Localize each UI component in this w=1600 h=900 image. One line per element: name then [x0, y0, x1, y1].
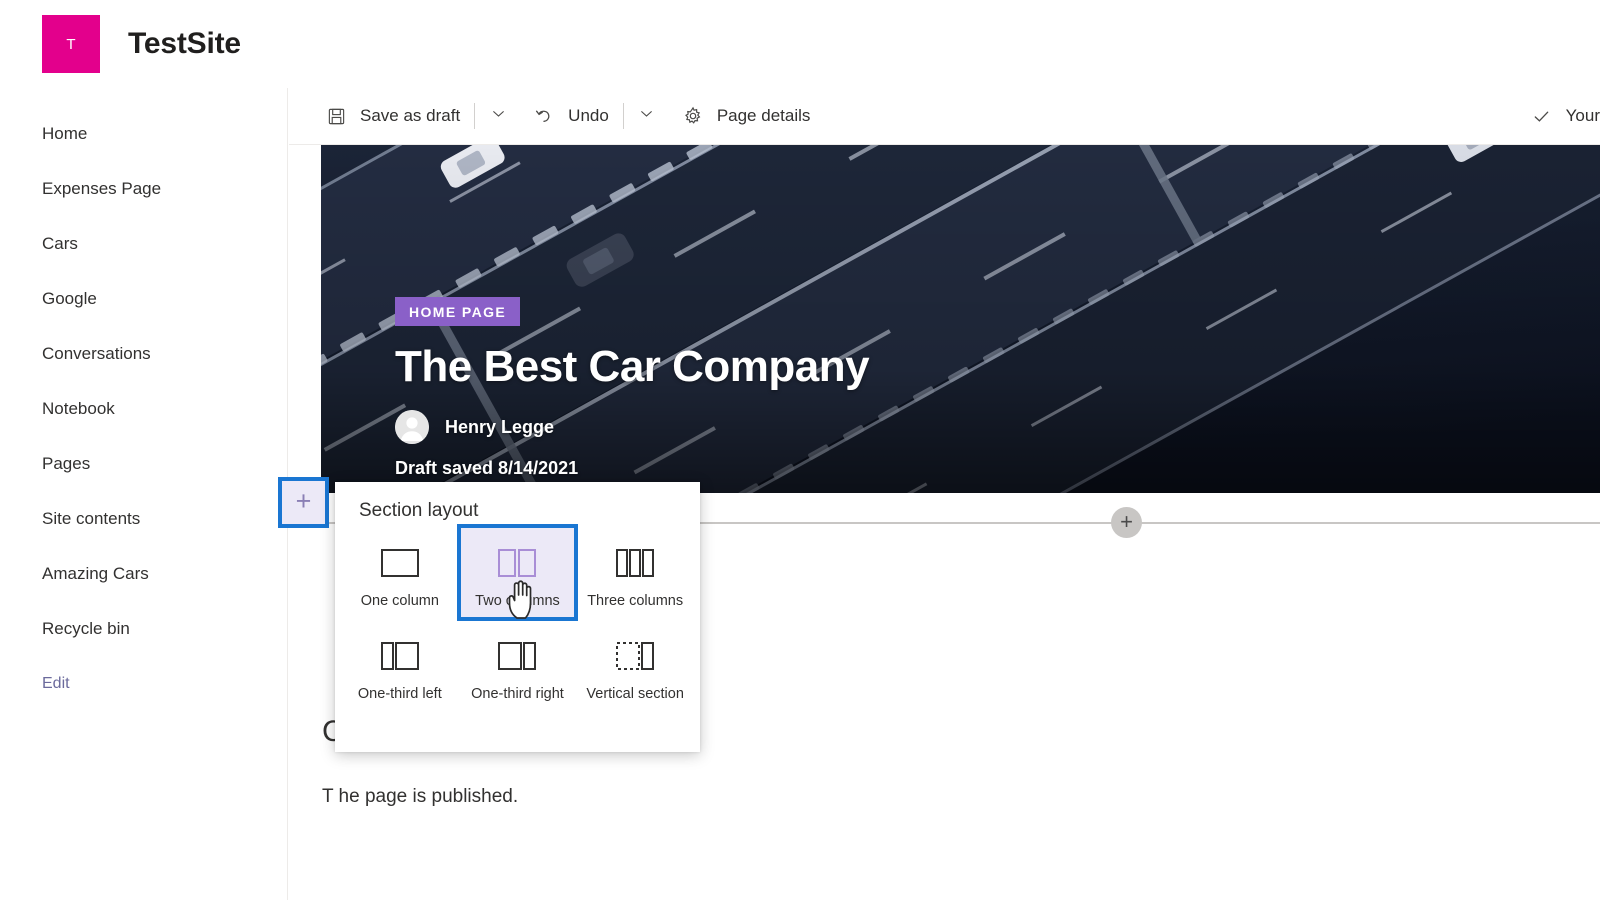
person-icon [395, 410, 429, 444]
add-section-round-button[interactable]: + [1111, 507, 1142, 538]
layout-option-label: One-third right [471, 686, 564, 702]
plus-icon: + [1120, 508, 1133, 534]
sidebar-edit-link[interactable]: Edit [0, 656, 287, 711]
layout-option-two-columns[interactable]: Two columns [456, 524, 579, 621]
two-columns-icon [496, 544, 538, 582]
checkmark-icon [1529, 103, 1555, 129]
layout-option-vertical-section[interactable]: Vertical section [576, 619, 694, 712]
hero-draft-status: Draft saved 8/14/2021 [395, 458, 579, 478]
sidebar-item-label: Amazing Cars [42, 563, 149, 583]
layout-option-label: Two columns [475, 593, 560, 609]
suite-header: T TestSite [0, 0, 1600, 88]
add-section-rail-button[interactable]: + [278, 477, 329, 528]
chevron-down-icon [638, 105, 655, 127]
hero-author-row: Henry Legge [395, 410, 869, 444]
layout-option-one-column[interactable]: One column [341, 526, 459, 619]
hero-title[interactable]: The Best Car Company [395, 342, 870, 392]
sidebar-item-label: Conversations [42, 343, 151, 363]
sidebar-item-conversations[interactable]: Conversations [0, 326, 287, 381]
layout-option-label: Three columns [587, 593, 684, 609]
command-bar: Save as draft Undo Page details Your [289, 88, 1600, 145]
sidebar-item-label: Expenses Page [42, 178, 162, 198]
save-as-draft-label: Save as draft [360, 106, 461, 125]
sidebar-item-label: Cars [42, 233, 78, 253]
hero-web-part[interactable]: HOME PAGE The Best Car Company Henry Leg… [321, 145, 1600, 493]
sidebar-item-label: Site contents [42, 508, 141, 528]
sidebar-item-recycle-bin[interactable]: Recycle bin [0, 601, 287, 656]
sidebar-item-home[interactable]: Home [0, 106, 287, 161]
sidebar-item-label: Recycle bin [42, 618, 130, 638]
page-status-label: Your [1565, 106, 1600, 125]
one-third-right-icon [496, 637, 538, 675]
site-logo-letter: T [66, 35, 76, 53]
sidebar-edit-label: Edit [42, 674, 70, 692]
save-options-caret-button[interactable] [479, 95, 517, 137]
chevron-down-icon [490, 105, 507, 127]
three-columns-icon [614, 544, 656, 582]
section-layout-title: Section layout [359, 500, 479, 521]
hero-topic-badge: HOME PAGE [395, 297, 521, 326]
sidebar-item-label: Notebook [42, 398, 115, 418]
command-separator [622, 103, 624, 129]
layout-option-one-third-left[interactable]: One-third left [341, 619, 459, 712]
vertical-section-icon [614, 637, 656, 675]
sidebar-item-site-contents[interactable]: Site contents [0, 491, 287, 546]
undo-icon [531, 103, 557, 129]
section-layout-panel: Section layout One column Two columns Th… [335, 482, 700, 752]
sidebar-item-notebook[interactable]: Notebook [0, 381, 287, 436]
sidebar-item-label: Google [42, 288, 97, 308]
page-details-label: Page details [716, 106, 811, 125]
page-status-indicator: Your [1529, 103, 1600, 129]
avatar [395, 410, 429, 444]
layout-option-label: Vertical section [586, 686, 684, 702]
undo-label: Undo [568, 106, 609, 125]
command-separator [474, 103, 476, 129]
site-logo[interactable]: T [42, 15, 100, 73]
sidebar-item-amazing-cars[interactable]: Amazing Cars [0, 546, 287, 601]
one-third-left-icon [379, 637, 421, 675]
layout-option-three-columns[interactable]: Three columns [576, 526, 694, 619]
body-text: T he page is published. [322, 786, 519, 807]
save-icon [323, 103, 349, 129]
layout-option-one-third-right[interactable]: One-third right [459, 619, 577, 712]
undo-options-caret-button[interactable] [628, 95, 666, 137]
site-title[interactable]: TestSite [128, 27, 241, 61]
sidebar-item-expenses-page[interactable]: Expenses Page [0, 161, 287, 216]
sidebar-item-pages[interactable]: Pages [0, 436, 287, 491]
sidebar-item-google[interactable]: Google [0, 271, 287, 326]
layout-option-label: One column [360, 593, 439, 609]
plus-icon: + [295, 485, 312, 516]
layout-option-label: One-third left [357, 686, 442, 702]
gear-icon [680, 103, 706, 129]
hero-author-name: Henry Legge [445, 416, 555, 437]
sidebar-item-label: Pages [42, 453, 91, 473]
hero-content: HOME PAGE The Best Car Company Henry Leg… [395, 297, 870, 479]
section-layout-grid: One column Two columns Three columns One… [335, 524, 700, 712]
left-navigation: Home Expenses Page Cars Google Conversat… [0, 88, 288, 900]
one-column-icon [379, 544, 421, 582]
sidebar-item-cars[interactable]: Cars [0, 216, 287, 271]
undo-button[interactable]: Undo [521, 95, 619, 137]
page-details-button[interactable]: Page details [670, 95, 821, 137]
sidebar-item-label: Home [42, 123, 88, 143]
save-as-draft-button[interactable]: Save as draft [313, 95, 470, 137]
